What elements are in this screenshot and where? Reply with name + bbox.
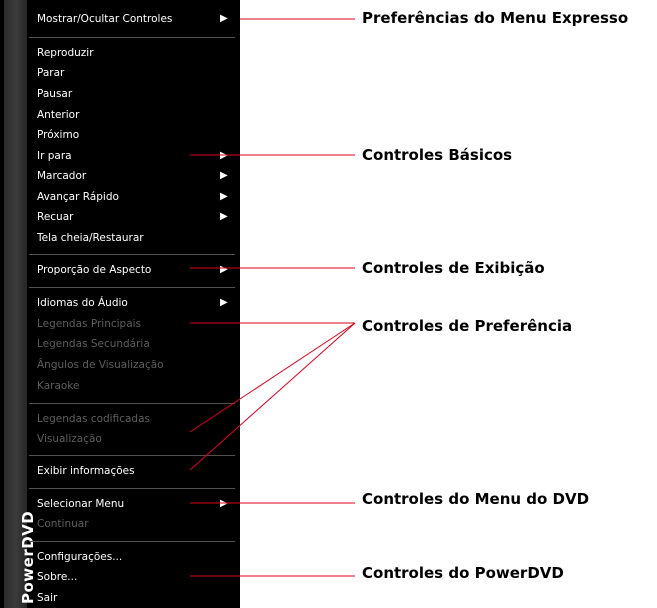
callout-display-controls: Controles de Exibição xyxy=(362,259,545,277)
callout-dvd-menu-controls: Controles do Menu do DVD xyxy=(362,490,590,508)
callout-express-menu-preferences: Preferências do Menu Expresso xyxy=(362,9,629,27)
leader-lines xyxy=(189,18,356,577)
callout-preference-controls: Controles de Preferência xyxy=(362,317,573,335)
callout-basic-controls: Controles Básicos xyxy=(362,146,513,164)
callout-powerdvd-controls: Controles do PowerDVD xyxy=(362,564,564,582)
leader-line xyxy=(189,322,356,433)
leader-line xyxy=(189,322,356,471)
